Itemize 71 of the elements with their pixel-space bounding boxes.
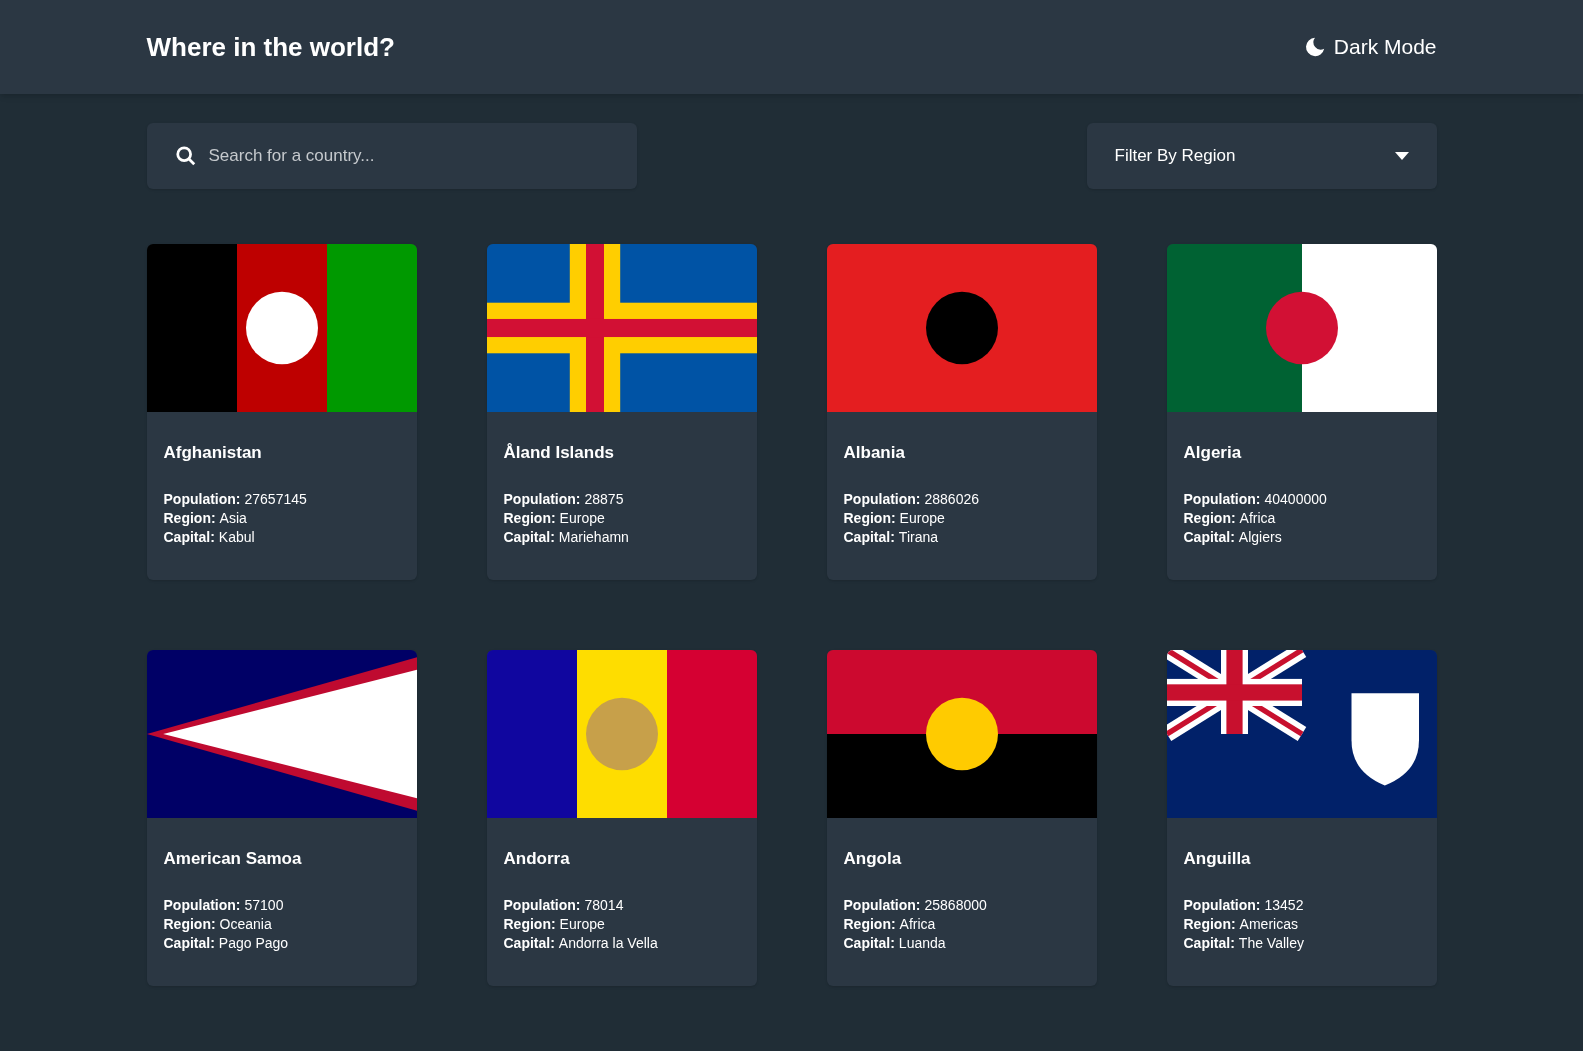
country-name: Angola [843,848,903,870]
detail-value: 2886026 [924,489,979,509]
detail-value: 27657145 [244,489,307,509]
detail-label: Capital: [503,933,555,953]
detail-label: Population: [163,489,241,509]
detail-value: Oceania [219,914,272,934]
detail-value: 78014 [584,895,624,915]
detail-value: Andorra la Vella [558,933,658,953]
country-name: Albania [843,442,906,464]
detail-value: Asia [219,508,247,528]
country-card[interactable]: Afghanistan Population: 27657145 Region: Asia Capital: Kabul [146,244,417,580]
country-card[interactable]: Andorra Population: 78014 Region: Europe Capital: Andorra la Vella [486,650,757,986]
country-name: Afghanistan [163,442,263,464]
country-card[interactable]: Albania Population: 2886026 Region: Europe Capital: Tirana [826,244,1097,580]
search-icon [174,145,197,167]
detail-label: Region: [1183,914,1236,934]
region-filter-dropdown[interactable]: Filter By Region [1086,123,1437,189]
detail-label: Population: [503,489,581,509]
moon-icon [1303,36,1326,58]
detail-value: 40400000 [1264,489,1327,509]
detail-label: Capital: [163,933,215,953]
country-name: Anguilla [1183,848,1252,870]
country-name: American Samoa [163,848,303,870]
detail-value: The Valley [1238,933,1304,953]
detail-label: Capital: [1183,527,1235,547]
detail-value: Tirana [898,527,938,547]
country-name: Andorra [503,848,571,870]
detail-value: Europe [899,508,945,528]
detail-value: Africa [1239,508,1276,528]
detail-label: Capital: [843,527,895,547]
detail-value: Africa [899,914,936,934]
dark-mode-toggle[interactable]: Dark Mode [1303,31,1437,63]
detail-label: Region: [503,914,556,934]
country-card[interactable]: American Samoa Population: 57100 Region: Oceania Capital: Pago Pago [146,650,417,986]
detail-label: Region: [503,508,556,528]
detail-value: Algiers [1238,527,1282,547]
detail-label: Population: [843,895,921,915]
detail-label: Capital: [843,933,895,953]
country-name: Algeria [1183,442,1243,464]
site-title: Where in the world? [146,30,395,64]
detail-value: Americas [1239,914,1298,934]
detail-label: Population: [163,895,241,915]
detail-value: 13452 [1264,895,1304,915]
caret-icon [1394,152,1409,160]
detail-label: Population: [1183,895,1261,915]
detail-label: Capital: [503,527,555,547]
detail-value: Kabul [218,527,255,547]
detail-value: Luanda [898,933,946,953]
detail-value: Pago Pago [218,933,289,953]
detail-label: Capital: [1183,933,1235,953]
detail-label: Population: [1183,489,1261,509]
detail-label: Region: [843,914,896,934]
detail-label: Region: [163,508,216,528]
detail-label: Capital: [163,527,215,547]
detail-label: Population: [843,489,921,509]
detail-label: Region: [843,508,896,528]
detail-value: 57100 [244,895,284,915]
search-field[interactable]: Search for a country... [146,123,637,189]
detail-value: Europe [559,914,605,934]
detail-value: 28875 [584,489,624,509]
country-name: Åland Islands [503,442,616,464]
country-card[interactable]: Angola Population: 25868000 Region: Africa Capital: Luanda [826,650,1097,986]
country-card[interactable]: Anguilla Population: 13452 Region: Americas Capital: The Valley [1166,650,1437,986]
detail-label: Region: [1183,508,1236,528]
detail-label: Population: [503,895,581,915]
detail-value: Mariehamn [558,527,629,547]
country-card[interactable]: Algeria Population: 40400000 Region: Africa Capital: Algiers [1166,244,1437,580]
country-card[interactable]: Åland Islands Population: 28875 Region: Europe Capital: Mariehamn [486,244,757,580]
detail-label: Region: [163,914,216,934]
detail-value: 25868000 [924,895,987,915]
detail-value: Europe [559,508,605,528]
